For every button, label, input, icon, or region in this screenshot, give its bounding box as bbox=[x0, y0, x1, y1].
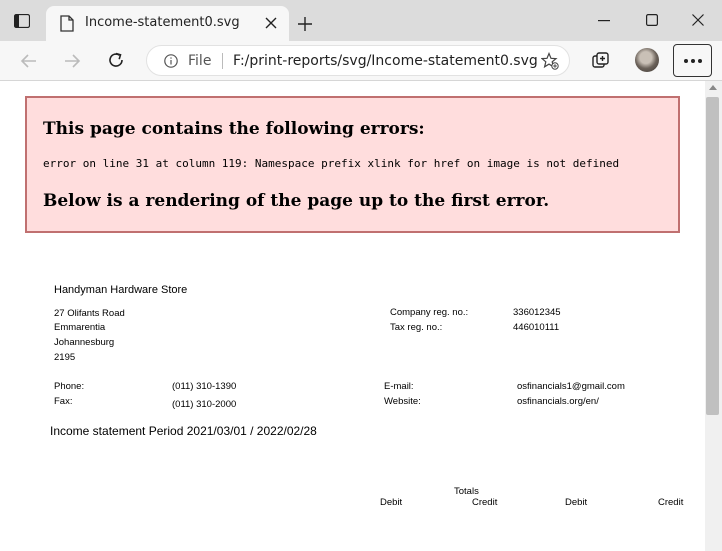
browser-toolbar: File F:/print-reports/svg/Income-stateme… bbox=[0, 41, 722, 81]
add-favorite-icon[interactable] bbox=[541, 52, 559, 70]
error-message: error on line 31 at column 119: Namespac… bbox=[43, 157, 620, 170]
file-icon bbox=[60, 15, 74, 32]
column-header-credit: Credit bbox=[472, 497, 498, 508]
fax-label: Fax: bbox=[54, 396, 73, 407]
tax-value: 446010111 bbox=[513, 322, 560, 333]
new-tab-icon[interactable] bbox=[297, 16, 313, 32]
phone-value: (011) 310-1390 bbox=[172, 381, 237, 392]
address-url[interactable]: F:/print-reports/svg/Income-statement0.s… bbox=[233, 53, 538, 69]
more-dot-icon bbox=[684, 59, 688, 63]
back-icon[interactable] bbox=[19, 51, 39, 71]
tax-label: Tax reg. no.: bbox=[390, 322, 443, 333]
minimize-icon[interactable] bbox=[598, 20, 610, 22]
email-label: E-mail: bbox=[384, 381, 414, 392]
settings-more-button[interactable] bbox=[673, 44, 712, 77]
parser-error-box: This page contains the following errors:… bbox=[25, 96, 680, 233]
maximize-icon[interactable] bbox=[646, 14, 658, 26]
email-value: osfinancials1@gmail.com bbox=[517, 381, 625, 392]
website-value: osfinancials.org/en/ bbox=[517, 396, 599, 407]
profile-avatar[interactable] bbox=[635, 48, 659, 72]
tab-title: Income-statement0.svg bbox=[85, 15, 240, 30]
phone-label: Phone: bbox=[54, 381, 85, 392]
website-label: Website: bbox=[384, 396, 421, 407]
address-line: Johannesburg bbox=[54, 337, 115, 348]
reg-label: Company reg. no.: bbox=[390, 307, 469, 318]
more-dot-icon bbox=[698, 59, 702, 63]
address-divider bbox=[222, 53, 223, 69]
close-tab-icon[interactable] bbox=[264, 16, 278, 30]
address-line: 27 Olifants Road bbox=[54, 308, 125, 319]
scrollbar-thumb[interactable] bbox=[706, 97, 719, 415]
info-icon[interactable] bbox=[164, 54, 178, 68]
collections-icon[interactable] bbox=[591, 51, 611, 71]
company-name: Handyman Hardware Store bbox=[54, 284, 188, 296]
totals-header: Totals bbox=[454, 486, 479, 497]
error-footer: Below is a rendering of the page up to t… bbox=[43, 191, 550, 211]
error-heading: This page contains the following errors: bbox=[43, 119, 425, 139]
fax-value: (011) 310-2000 bbox=[172, 399, 237, 410]
refresh-icon[interactable] bbox=[106, 50, 126, 70]
tab-actions-icon[interactable] bbox=[14, 14, 30, 28]
browser-tab[interactable]: Income-statement0.svg bbox=[46, 6, 289, 41]
column-header-credit: Credit bbox=[658, 497, 684, 508]
scroll-up-arrow-icon[interactable] bbox=[709, 85, 717, 90]
address-line: 2195 bbox=[54, 352, 76, 363]
tab-strip: Income-statement0.svg bbox=[0, 0, 722, 41]
address-scheme: File bbox=[188, 53, 212, 69]
column-header-debit: Debit bbox=[380, 497, 403, 508]
forward-icon[interactable] bbox=[62, 51, 82, 71]
report-title: Income statement Period 2021/03/01 / 202… bbox=[50, 424, 317, 438]
address-bar[interactable]: File F:/print-reports/svg/Income-stateme… bbox=[146, 45, 570, 76]
window-close-icon[interactable] bbox=[692, 14, 704, 26]
reg-value: 336012345 bbox=[513, 307, 561, 318]
more-dot-icon bbox=[691, 59, 695, 63]
column-header-debit: Debit bbox=[565, 497, 588, 508]
address-line: Emmarentia bbox=[54, 322, 106, 333]
